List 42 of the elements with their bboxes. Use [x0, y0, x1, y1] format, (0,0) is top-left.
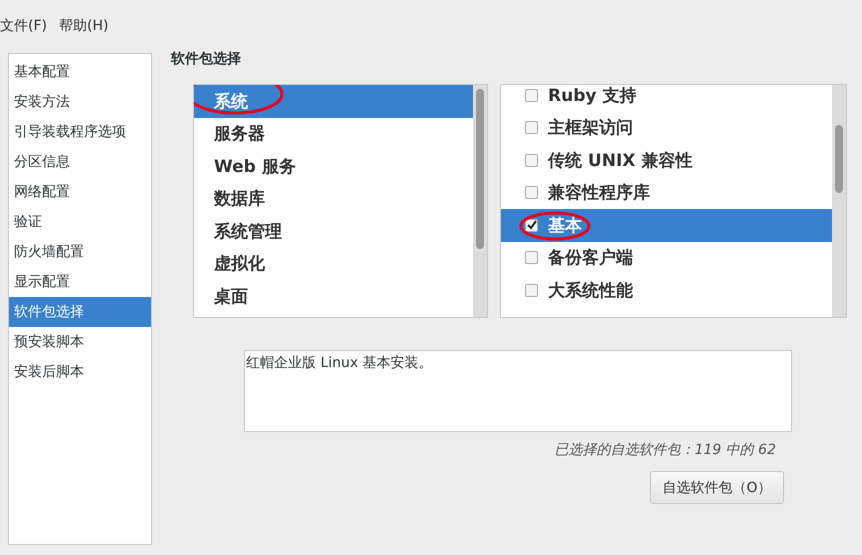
sidebar-item[interactable]: 引导装载程序选项 [9, 117, 151, 147]
group-item[interactable]: 传统 UNIX 兼容性 [501, 144, 832, 176]
category-item[interactable]: 系统 [194, 85, 473, 118]
sidebar-item[interactable]: 验证 [9, 207, 151, 237]
check-icon [526, 220, 536, 230]
sidebar-item[interactable]: 防火墙配置 [9, 237, 151, 267]
section-heading: 软件包选择 [171, 50, 242, 69]
optional-packages-button[interactable]: 自选软件包（O） [650, 471, 784, 504]
description-text: 红帽企业版 Linux 基本安装。 [244, 350, 792, 432]
checkbox[interactable] [525, 154, 538, 167]
selection-count: 已选择的自选软件包：119 中的 62 [554, 441, 776, 459]
menu-item[interactable]: 文件(F) [0, 17, 47, 41]
scrollbar-thumb[interactable] [476, 89, 484, 249]
checkbox[interactable] [525, 218, 538, 232]
sidebar-item[interactable]: 安装后脚本 [9, 357, 151, 387]
group-item[interactable]: Ruby 支持 [501, 85, 832, 112]
checkbox[interactable] [525, 88, 538, 102]
group-item[interactable]: 大系统性能 [501, 274, 832, 306]
sidebar-item[interactable]: 预安装脚本 [9, 327, 151, 357]
checkbox[interactable] [525, 251, 538, 264]
category-item[interactable]: 虚拟化 [194, 248, 473, 280]
group-item[interactable]: 备份客户端 [501, 242, 832, 274]
sidebar-item[interactable]: 基本配置 [9, 57, 151, 87]
category-item[interactable]: 系统管理 [194, 215, 473, 248]
sidebar-item[interactable]: 软件包选择 [9, 297, 151, 327]
category-item[interactable]: Web 服务 [194, 150, 473, 182]
annotation-circle [519, 211, 591, 241]
sidebar-item[interactable]: 显示配置 [9, 267, 151, 297]
checkbox[interactable] [525, 284, 538, 297]
category-item[interactable]: 数据库 [194, 182, 473, 215]
group-item[interactable]: 基本 [501, 209, 832, 242]
group-item[interactable]: 兼容性程序库 [501, 176, 832, 209]
menu-item[interactable]: 帮助(H) [58, 17, 108, 41]
sidebar-item[interactable]: 网络配置 [9, 177, 151, 207]
sidebar-item[interactable]: 安装方法 [9, 87, 151, 117]
scrollbar-thumb[interactable] [835, 125, 843, 193]
group-item[interactable]: 主框架访问 [501, 112, 832, 144]
checkbox[interactable] [525, 186, 538, 200]
category-item[interactable]: 桌面 [194, 280, 473, 312]
checkbox[interactable] [525, 121, 538, 134]
sidebar-item[interactable]: 分区信息 [9, 147, 151, 177]
category-item[interactable]: 服务器 [194, 118, 473, 150]
